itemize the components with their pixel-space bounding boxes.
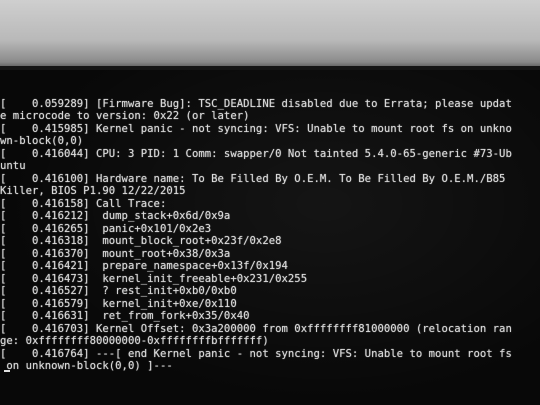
console-line: [ 0.416318] mount_block_root+0x23f/0x2e8	[0, 235, 282, 247]
console-line: [ 0.416703] Kernel Offset: 0x3a200000 fr…	[0, 323, 512, 335]
console-line: [ 0.416421] prepare_namespace+0x13f/0x19…	[0, 260, 288, 272]
console-line: [ 0.415985] Kernel panic - not syncing: …	[0, 123, 512, 135]
console-line: [ 0.416158] Call Trace:	[0, 198, 167, 210]
console-line: [ 0.416212] dump_stack+0x6d/0x9a	[0, 210, 231, 222]
monitor-screen: [ 0.059289] [Firmware Bug]: TSC_DEADLINE…	[0, 70, 540, 405]
console-line: untu	[0, 160, 26, 172]
console-line: Killer, BIOS P1.90 12/22/2015	[0, 185, 186, 197]
console-line: e microcode to version: 0x22 (or later)	[0, 110, 250, 122]
console-line: [ 0.416579] kernel_init+0xe/0x110	[0, 298, 237, 310]
console-line: [ 0.416370] mount_root+0x38/0x3a	[0, 248, 231, 260]
console-line: [ 0.416527] ? rest_init+0xb0/0xb0	[0, 285, 237, 297]
console-line: ge: 0xffffffff80000000-0xffffffffbffffff…	[0, 335, 269, 347]
console-line: [ 0.416100] Hardware name: To Be Filled …	[0, 173, 506, 185]
console-line: [ 0.416265] panic+0x101/0x2e3	[0, 223, 212, 235]
console-line: [ 0.416631] ret_from_fork+0x35/0x40	[0, 310, 250, 322]
console-line: [ 0.059289] [Firmware Bug]: TSC_DEADLINE…	[0, 98, 512, 110]
console-line: [ 0.416044] CPU: 3 PID: 1 Comm: swapper/…	[0, 148, 512, 160]
console-line: on unknown-block(0,0) ]---	[0, 360, 173, 372]
console-line: [ 0.416764] ---[ end Kernel panic - not …	[0, 348, 512, 360]
text-cursor	[4, 370, 10, 372]
console-line: [ 0.416473] kernel_init_freeable+0x231/0…	[0, 273, 308, 285]
console-line: wn-block(0,0)	[0, 135, 84, 147]
